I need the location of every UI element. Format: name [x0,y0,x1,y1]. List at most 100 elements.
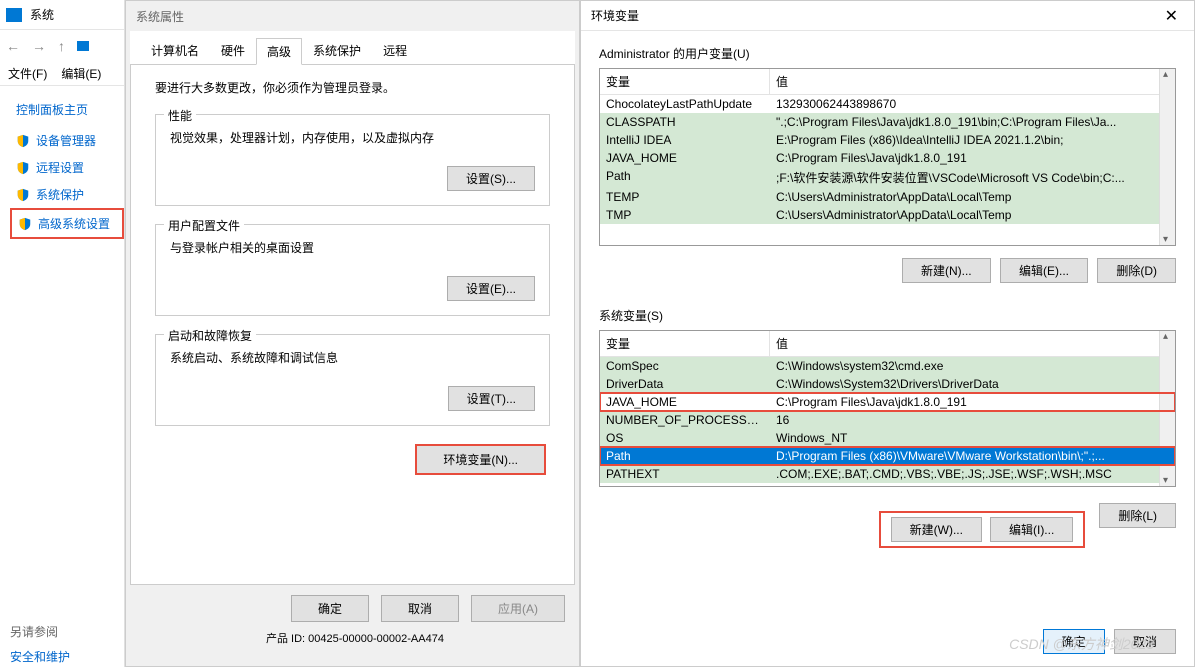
col-variable[interactable]: 变量 [600,331,770,356]
shield-icon [16,134,30,148]
cell-value: E:\Program Files (x86)\Idea\IntelliJ IDE… [770,131,1175,149]
group-desc: 与登录帐户相关的桌面设置 [170,239,535,256]
ok-button[interactable]: 确定 [1043,629,1105,654]
cell-value: ".;C:\Program Files\Java\jdk1.8.0_191\bi… [770,113,1175,131]
startup-settings-button[interactable]: 设置(T)... [448,386,535,411]
sidebar-advanced-system[interactable]: 高级系统设置 [10,208,124,239]
tab-remote[interactable]: 远程 [372,37,418,64]
cell-variable: Path [600,447,770,465]
env-titlebar: 环境变量 ✕ [581,1,1194,31]
table-row[interactable]: CLASSPATH".;C:\Program Files\Java\jdk1.8… [600,113,1175,131]
cell-variable: TEMP [600,188,770,206]
table-row[interactable]: ChocolateyLastPathUpdate1329300624438986… [600,95,1175,113]
table-row[interactable]: IntelliJ IDEAE:\Program Files (x86)\Idea… [600,131,1175,149]
sys-vars-label: 系统变量(S) [599,307,1176,324]
profiles-settings-button[interactable]: 设置(E)... [447,276,535,301]
up-arrow-icon[interactable]: ↑ [58,38,65,54]
tab-advanced[interactable]: 高级 [256,38,302,65]
table-row[interactable]: OSWindows_NT [600,429,1175,447]
cell-value: .COM;.EXE;.BAT;.CMD;.VBS;.VBE;.JS;.JSE;.… [770,465,1175,483]
see-also: 另请参阅 安全和维护 [0,619,124,669]
scrollbar[interactable] [1159,69,1175,245]
tabs: 计算机名 硬件 高级 系统保护 远程 [130,31,575,65]
table-row[interactable]: TMPC:\Users\Administrator\AppData\Local\… [600,206,1175,224]
path-icon [77,41,89,51]
cell-value: C:\Users\Administrator\AppData\Local\Tem… [770,206,1175,224]
sidebar-device-manager[interactable]: 设备管理器 [10,127,124,154]
cell-value: C:\Program Files\Java\jdk1.8.0_191 [770,149,1175,167]
cell-variable: TMP [600,206,770,224]
table-row[interactable]: DriverDataC:\Windows\System32\Drivers\Dr… [600,375,1175,393]
delete-sys-var-button[interactable]: 删除(L) [1099,503,1176,528]
cell-value: ;F:\软件安装源\软件安装位置\VSCode\Microsoft VS Cod… [770,167,1175,188]
delete-user-var-button[interactable]: 删除(D) [1097,258,1176,283]
cell-value: C:\Users\Administrator\AppData\Local\Tem… [770,188,1175,206]
ok-button[interactable]: 确定 [291,595,369,622]
table-header: 变量 值 [600,331,1175,357]
cell-value: Windows_NT [770,429,1175,447]
sidebar-system-protection[interactable]: 系统保护 [10,181,124,208]
table-row[interactable]: TEMPC:\Users\Administrator\AppData\Local… [600,188,1175,206]
edit-user-var-button[interactable]: 编辑(E)... [1000,258,1088,283]
menu-edit[interactable]: 编辑(E) [61,65,101,82]
cell-variable: JAVA_HOME [600,149,770,167]
tab-computer-name[interactable]: 计算机名 [140,37,210,64]
user-vars-table[interactable]: 变量 值 ChocolateyLastPathUpdate13293006244… [599,68,1176,246]
tab-hardware[interactable]: 硬件 [210,37,256,64]
table-row[interactable]: Path;F:\软件安装源\软件安装位置\VSCode\Microsoft VS… [600,167,1175,188]
table-row[interactable]: JAVA_HOMEC:\Program Files\Java\jdk1.8.0_… [600,393,1175,411]
env-body: Administrator 的用户变量(U) 变量 值 ChocolateyLa… [581,31,1194,586]
cell-variable: DriverData [600,375,770,393]
table-row[interactable]: PATHEXT.COM;.EXE;.BAT;.CMD;.VBS;.VBE;.JS… [600,465,1175,483]
cell-variable: JAVA_HOME [600,393,770,411]
system-window: 系统 ← → ↑ 文件(F) 编辑(E) 控制面板主页 设备管理器 远程设置 系… [0,0,125,667]
env-dialog-buttons: 确定 取消 [1037,629,1176,654]
cell-variable: NUMBER_OF_PROCESSORS [600,411,770,429]
tab-system-protection[interactable]: 系统保护 [302,37,372,64]
new-user-var-button[interactable]: 新建(N)... [902,258,991,283]
sidebar-label: 设备管理器 [36,132,96,149]
sys-vars-table[interactable]: 变量 值 ComSpecC:\Windows\system32\cmd.exeD… [599,330,1176,487]
environment-variables-button[interactable]: 环境变量(N)... [415,444,546,475]
sys-vars-buttons-highlighted: 新建(W)... 编辑(I)... [879,511,1086,548]
table-row[interactable]: NUMBER_OF_PROCESSORS16 [600,411,1175,429]
performance-settings-button[interactable]: 设置(S)... [447,166,535,191]
cancel-button[interactable]: 取消 [381,595,459,622]
shield-icon [16,161,30,175]
edit-sys-var-button[interactable]: 编辑(I)... [990,517,1073,542]
table-row[interactable]: PathD:\Program Files (x86)\VMware\VMware… [600,447,1175,465]
props-title: 系统属性 [126,1,579,31]
system-title: 系统 [30,6,54,23]
back-arrow-icon[interactable]: ← [6,38,20,54]
see-also-label: 另请参阅 [10,619,124,644]
table-row[interactable]: ComSpecC:\Windows\system32\cmd.exe [600,357,1175,375]
nav-bar: ← → ↑ [0,30,124,62]
shield-icon [18,217,32,231]
cell-variable: OS [600,429,770,447]
close-icon[interactable]: ✕ [1159,6,1184,26]
user-vars-label: Administrator 的用户变量(U) [599,45,1176,62]
col-value[interactable]: 值 [770,331,1175,356]
cancel-button[interactable]: 取消 [1114,629,1176,654]
sidebar-label: 系统保护 [36,186,84,203]
system-titlebar: 系统 [0,0,124,30]
group-desc: 系统启动、系统故障和调试信息 [170,349,535,366]
environment-variables-dialog: 环境变量 ✕ Administrator 的用户变量(U) 变量 值 Choco… [580,0,1195,667]
group-title: 启动和故障恢复 [164,327,256,344]
menu-bar: 文件(F) 编辑(E) [0,62,124,86]
apply-button[interactable]: 应用(A) [471,595,565,622]
cell-value: 132930062443898670 [770,95,1175,113]
system-icon [6,8,22,22]
cell-variable: PATHEXT [600,465,770,483]
new-sys-var-button[interactable]: 新建(W)... [891,517,982,542]
security-maintenance-link[interactable]: 安全和维护 [10,644,124,669]
menu-file[interactable]: 文件(F) [8,65,47,82]
col-variable[interactable]: 变量 [600,69,770,94]
sidebar: 控制面板主页 设备管理器 远程设置 系统保护 高级系统设置 [0,86,124,239]
sidebar-header[interactable]: 控制面板主页 [10,96,124,123]
cell-variable: ComSpec [600,357,770,375]
col-value[interactable]: 值 [770,69,1175,94]
sidebar-remote-settings[interactable]: 远程设置 [10,154,124,181]
sidebar-label: 高级系统设置 [38,215,110,232]
table-row[interactable]: JAVA_HOMEC:\Program Files\Java\jdk1.8.0_… [600,149,1175,167]
